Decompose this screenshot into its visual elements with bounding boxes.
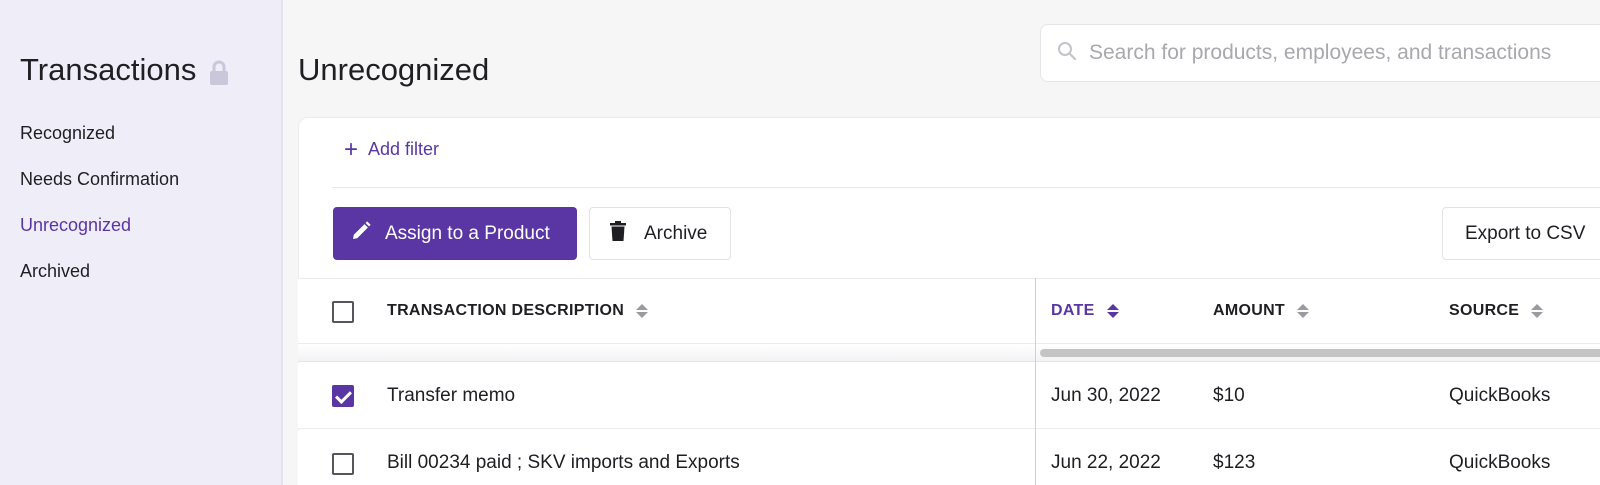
export-csv-button[interactable]: Export to CSV [1442, 207, 1600, 260]
assign-to-product-button[interactable]: Assign to a Product [333, 207, 577, 260]
page-title: Unrecognized [298, 52, 490, 87]
row-amount: $123 [1213, 452, 1256, 473]
assign-to-product-label: Assign to a Product [385, 222, 550, 244]
row-checkbox[interactable] [332, 385, 354, 407]
search-bar[interactable] [1040, 24, 1600, 82]
plus-icon: + [344, 135, 359, 163]
sidebar-item-recognized[interactable]: Recognized [20, 123, 115, 144]
select-all-checkbox[interactable] [332, 301, 354, 323]
add-filter-label: Add filter [368, 139, 440, 159]
divider [332, 187, 1600, 188]
row-amount: $10 [1213, 385, 1245, 406]
column-header-description[interactable]: TRANSACTION DESCRIPTION [387, 302, 649, 320]
archive-label: Archive [644, 222, 708, 244]
sort-icon [1531, 304, 1544, 318]
column-header-label: AMOUNT [1213, 302, 1286, 319]
row-date: Jun 22, 2022 [1051, 452, 1161, 473]
add-filter-button[interactable]: + Add filter [344, 135, 440, 163]
sidebar: Transactions Recognized Needs Confirmati… [0, 0, 283, 485]
column-header-label: SOURCE [1449, 302, 1520, 319]
row-description: Transfer memo [387, 385, 516, 406]
pencil-icon [351, 220, 371, 247]
sidebar-item-archived[interactable]: Archived [20, 261, 90, 282]
sort-icon [1297, 304, 1310, 318]
column-header-label: TRANSACTION DESCRIPTION [387, 302, 625, 319]
row-source: QuickBooks [1449, 452, 1551, 473]
sidebar-title: Transactions [20, 52, 230, 88]
column-header-amount[interactable]: AMOUNT [1213, 302, 1310, 320]
column-header-label: DATE [1051, 302, 1095, 319]
archive-button[interactable]: Archive [589, 207, 731, 260]
sort-icon [636, 304, 649, 318]
search-icon [1057, 41, 1077, 66]
column-header-source[interactable]: SOURCE [1449, 302, 1544, 320]
row-source: QuickBooks [1449, 385, 1551, 406]
sort-icon [1106, 304, 1119, 318]
search-input[interactable] [1089, 41, 1600, 65]
row-description: Bill 00234 paid ; SKV imports and Export… [387, 452, 740, 473]
column-separator [1035, 278, 1036, 485]
sidebar-title-text: Transactions [20, 52, 197, 87]
lock-icon [208, 58, 230, 85]
row-checkbox[interactable] [332, 453, 354, 475]
horizontal-scrollbar[interactable] [1040, 349, 1600, 357]
sidebar-item-needs-confirmation[interactable]: Needs Confirmation [20, 169, 179, 190]
sidebar-item-unrecognized[interactable]: Unrecognized [20, 215, 131, 236]
row-date: Jun 30, 2022 [1051, 385, 1161, 406]
column-header-date[interactable]: DATE [1051, 302, 1119, 320]
trash-icon [610, 220, 626, 247]
